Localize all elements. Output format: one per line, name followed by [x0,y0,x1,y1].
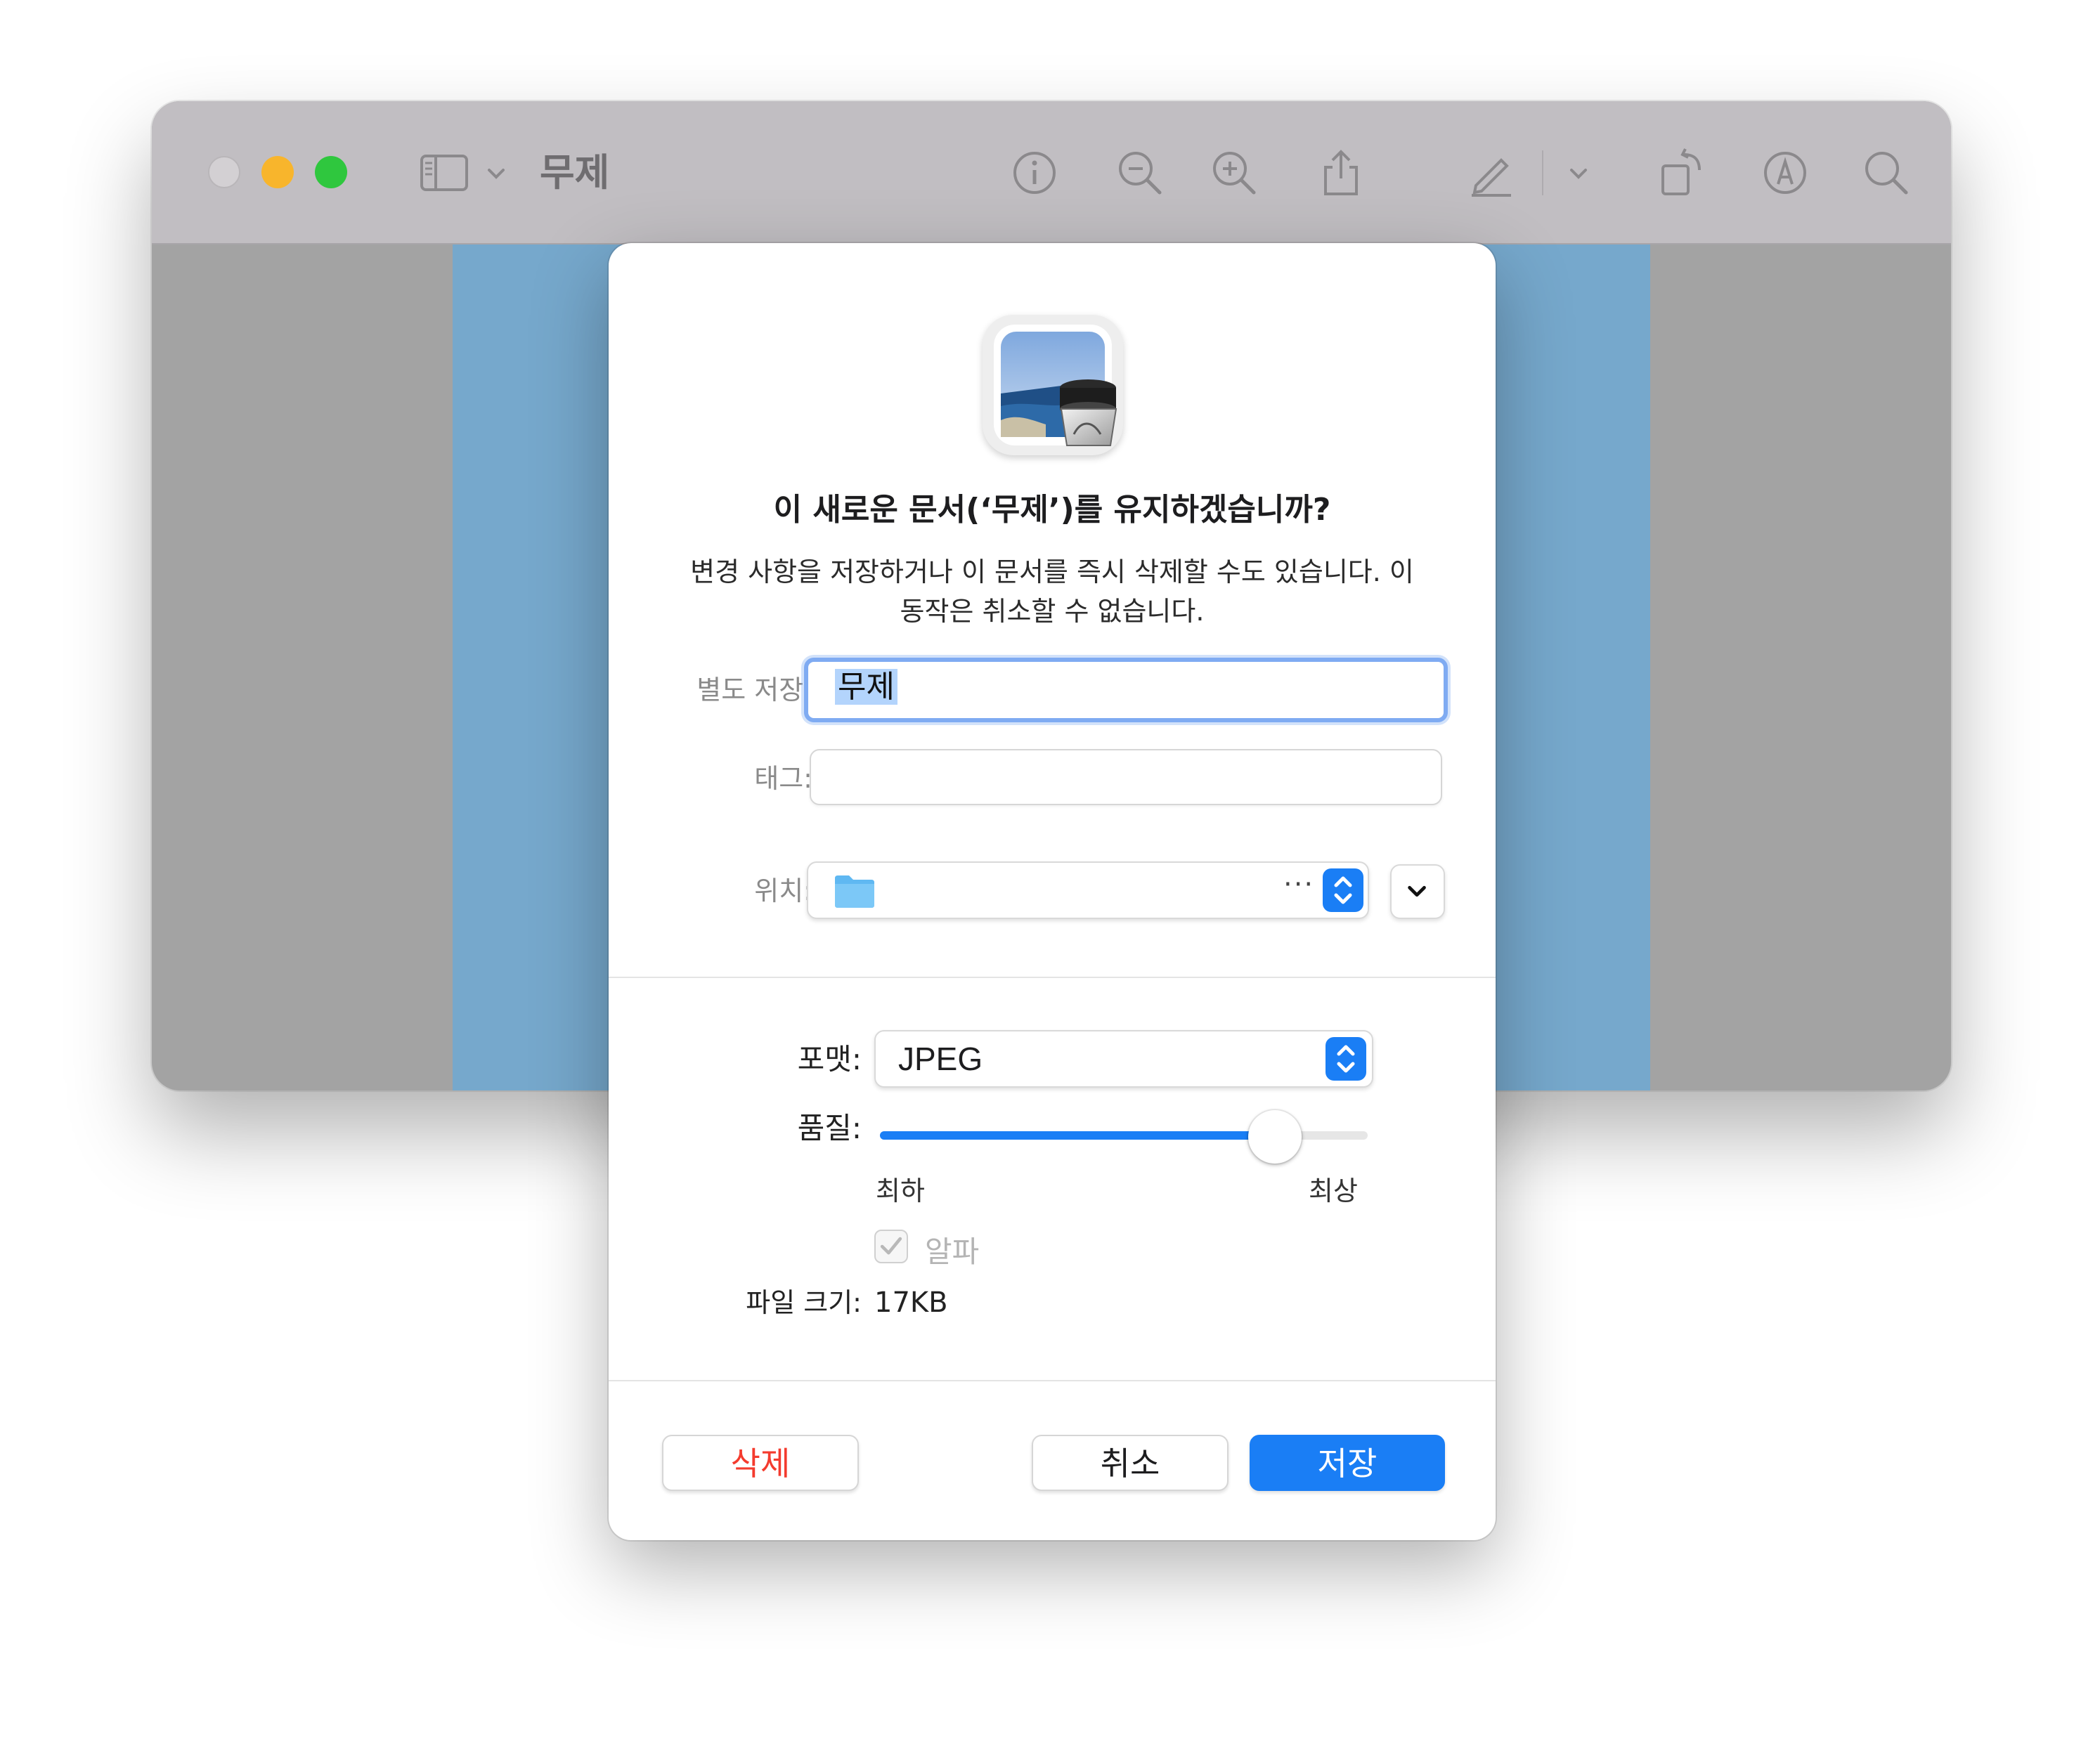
dialog-message: 변경 사항을 저장하거나 이 문서를 즉시 삭제할 수도 있습니다. 이 동작은… [658,552,1446,631]
zoom-window-button[interactable] [315,156,347,188]
quality-label: 품질: [797,1111,862,1145]
save-as-field[interactable]: 무제 [804,658,1448,722]
delete-button[interactable]: 삭제 [662,1435,859,1491]
share-icon[interactable] [1316,148,1366,198]
file-size-value: 17KB [874,1287,948,1319]
expand-dialog-button[interactable] [1390,864,1445,919]
save-as-value: 무제 [835,669,897,705]
location-stepper-icon [1323,868,1363,912]
close-window-button[interactable] [208,156,240,188]
cancel-button[interactable]: 취소 [1032,1435,1229,1491]
titlebar: 무제 [152,101,1951,245]
format-value: JPEG [898,1041,983,1077]
zoom-out-icon[interactable] [1115,148,1165,198]
toolbar-separator [1542,150,1543,195]
format-popup[interactable]: JPEG [874,1030,1373,1088]
quality-min-label: 최하 [876,1175,925,1206]
checkmark-icon [880,1237,902,1255]
save-dialog: 이 새로운 문서(‘무제’)를 유지하겠습니까? 변경 사항을 저장하거나 이 … [609,243,1496,1540]
search-icon[interactable] [1861,148,1912,198]
chevron-down-icon[interactable] [482,148,510,198]
markup-icon[interactable] [1760,148,1810,198]
markup-pencil-icon[interactable] [1466,148,1517,198]
minimize-window-button[interactable] [261,156,294,188]
location-label: 위치: [754,875,812,906]
quality-slider-fill [880,1131,1276,1140]
section-divider [609,977,1496,978]
format-label: 포맷: [797,1042,862,1076]
dialog-title: 이 새로운 문서(‘무제’)를 유지하겠습니까? [773,492,1331,528]
zoom-in-icon[interactable] [1209,148,1259,198]
chevron-down-icon[interactable] [1564,148,1593,198]
location-ellipsis: ··· [1283,868,1315,901]
alpha-label: 알파 [925,1235,980,1269]
format-stepper-icon [1326,1037,1366,1081]
window-title: 무제 [540,150,610,195]
folder-icon [834,873,876,909]
preview-app-icon [983,315,1123,455]
dialog-message-line1: 변경 사항을 저장하거나 이 문서를 즉시 삭제할 수도 있습니다. 이 [690,556,1414,587]
chevron-down-icon [1408,885,1426,897]
dialog-message-line2: 동작은 취소할 수 없습니다. [900,596,1205,627]
quality-slider-knob[interactable] [1248,1110,1302,1164]
quality-max-label: 최상 [1309,1175,1358,1206]
save-button[interactable]: 저장 [1250,1435,1445,1491]
alpha-checkbox[interactable] [874,1230,908,1263]
tags-label: 태그: [754,763,812,794]
location-popup[interactable]: ··· [807,861,1369,919]
buttons-divider [609,1380,1496,1381]
save-as-label: 별도 저장: [696,675,812,705]
rotate-icon[interactable] [1656,148,1706,198]
tags-field[interactable] [810,749,1442,805]
sidebar-icon[interactable] [419,148,469,198]
file-size-label: 파일 크기: [746,1287,862,1318]
info-icon[interactable] [1009,148,1060,198]
